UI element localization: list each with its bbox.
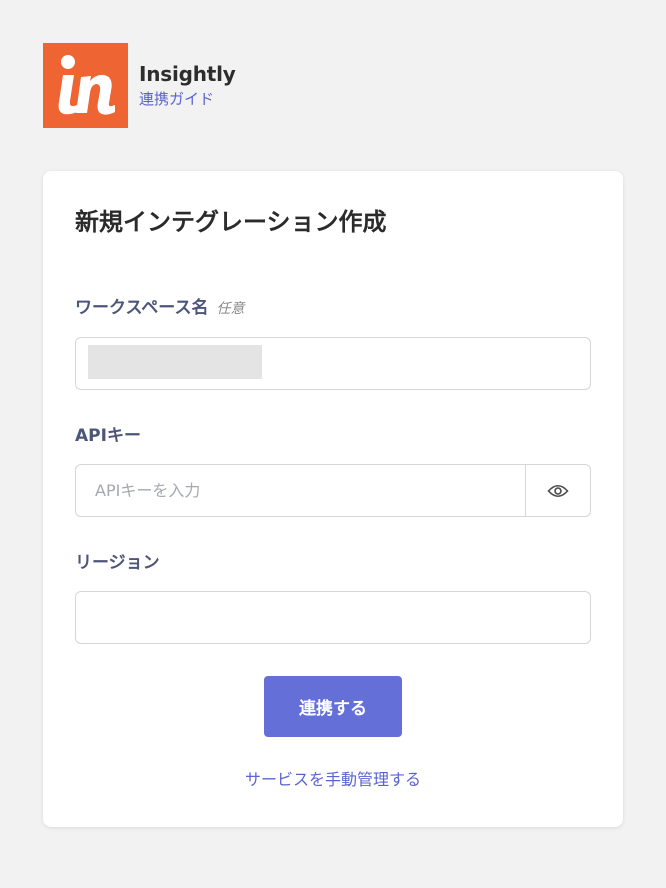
workspace-name-masked-value bbox=[88, 345, 262, 379]
insightly-logo-icon bbox=[43, 43, 128, 128]
region-input[interactable] bbox=[76, 592, 590, 643]
page-title: 新規インテグレーション作成 bbox=[75, 208, 387, 236]
manual-manage-link[interactable]: サービスを手動管理する bbox=[43, 768, 623, 792]
workspace-name-label-text: ワークスペース名 bbox=[75, 298, 209, 318]
region-field bbox=[75, 591, 591, 644]
workspace-name-field[interactable] bbox=[75, 337, 591, 390]
brand-name: Insightly bbox=[139, 61, 236, 86]
api-key-label: APIキー bbox=[75, 426, 141, 446]
connect-button[interactable]: 連携する bbox=[264, 676, 402, 737]
optional-badge: 任意 bbox=[216, 301, 245, 317]
region-label: リージョン bbox=[75, 553, 160, 573]
eye-icon bbox=[547, 484, 569, 497]
show-api-key-button[interactable] bbox=[525, 465, 590, 516]
api-key-field-group bbox=[75, 464, 591, 517]
integration-form-card: 新規インテグレーション作成 ワークスペース名 任意 APIキー リージョン 連携す… bbox=[43, 171, 623, 827]
workspace-name-label: ワークスペース名 任意 bbox=[75, 296, 244, 321]
api-key-input[interactable] bbox=[76, 465, 525, 516]
brand: Insightly 連携ガイド bbox=[139, 61, 236, 109]
header: Insightly 連携ガイド bbox=[43, 43, 236, 128]
integration-guide-link[interactable]: 連携ガイド bbox=[139, 89, 236, 109]
